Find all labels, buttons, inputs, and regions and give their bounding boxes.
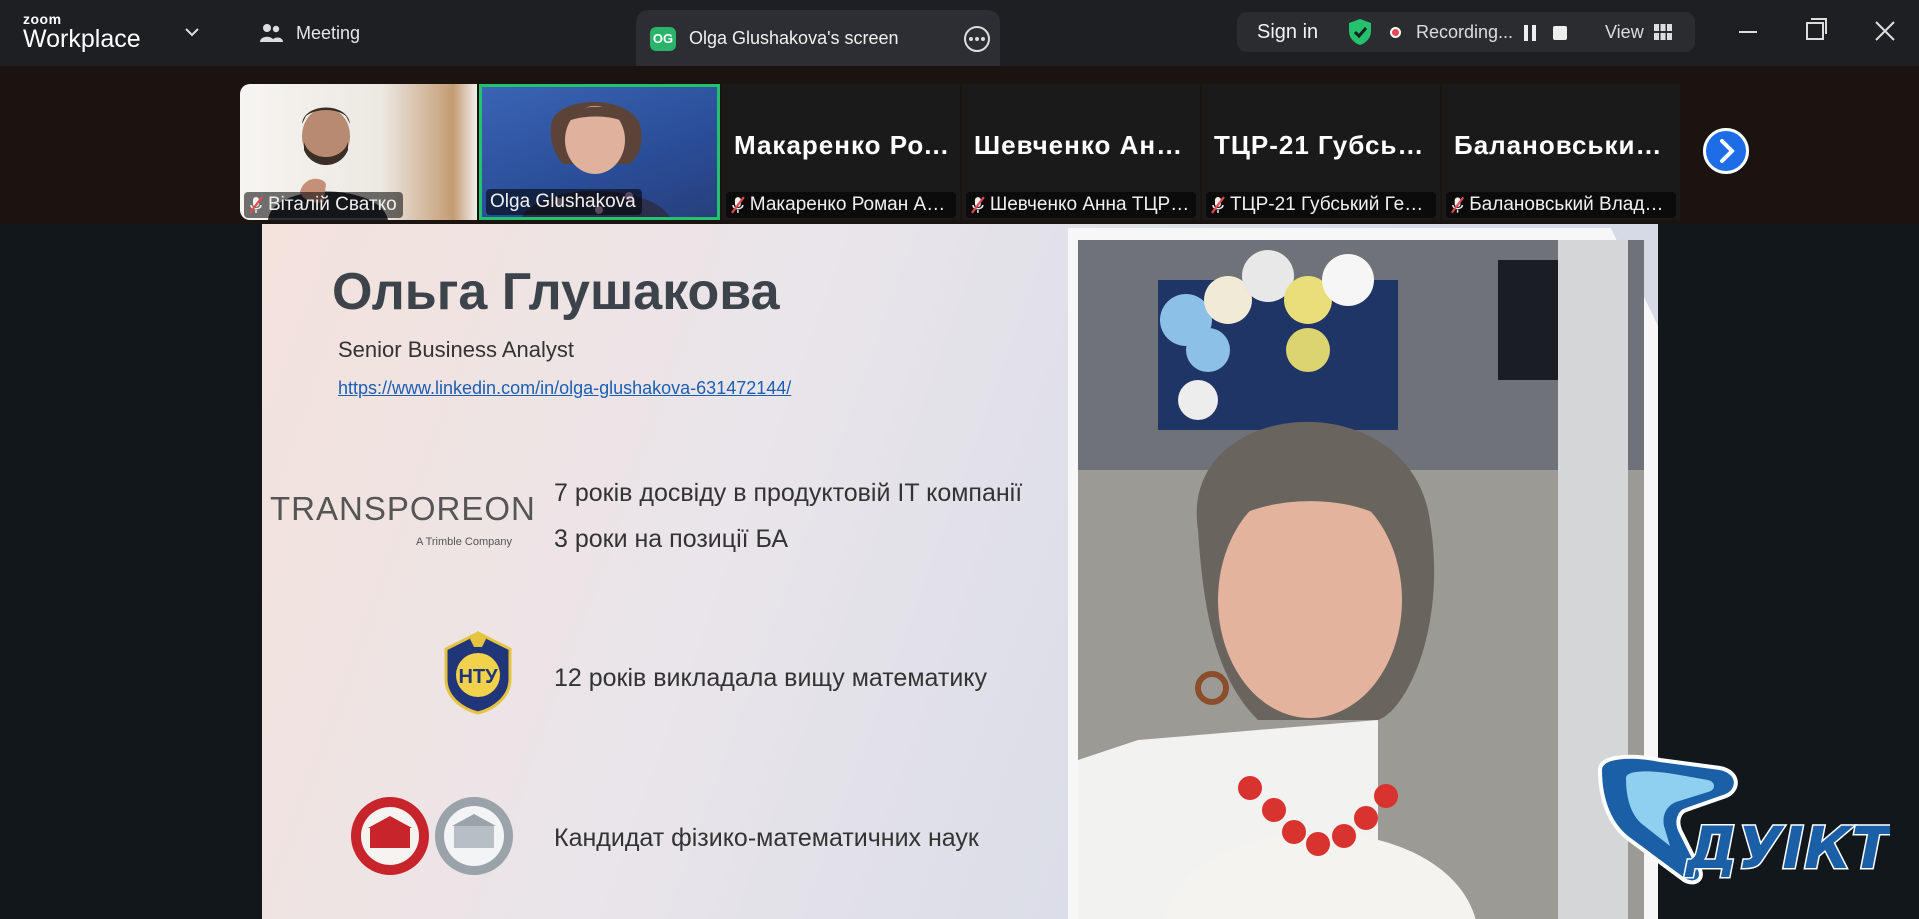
title-bar: zoom Workplace Meeting OG Olga Glushakov… [0,0,1919,66]
participant-strip: Віталій Сватко Olga Glushakova Макаренко… [0,66,1919,224]
close-window-icon[interactable] [1874,20,1896,42]
participant-name: ТЦР-21 Губський Гео... [1229,194,1430,215]
meeting-tab[interactable]: Meeting [258,22,360,44]
meeting-controls: Sign in Recording... View [1237,12,1695,52]
university-seals-icon [351,797,513,875]
company-logo-text: TRANSPOREON [270,490,536,527]
university-crest-text: НТУ [458,666,498,688]
mic-muted-icon [1451,196,1465,214]
participant-big-name: Шевченко Анн... [974,130,1194,160]
presenter-photo [1078,240,1644,919]
participant-name: Балановський Владис... [1469,194,1670,215]
mic-muted-icon [971,196,985,214]
participant-caption: Шевченко Анна ТЦР-... [966,192,1196,218]
sharer-avatar: OG [650,27,676,51]
shared-screen-tab[interactable]: OG Olga Glushakova's screen [636,10,1000,66]
participant-name: Віталій Сватко [268,194,397,215]
meeting-label: Meeting [296,22,361,43]
participant-tile-shevchenko[interactable]: Шевченко Анн... Шевченко Анна ТЦР-... [962,84,1200,220]
participant-big-name: Макаренко Ро... [734,130,949,160]
university-crest-icon: НТУ [444,631,512,715]
zoom-workplace-logo[interactable]: zoom Workplace [23,12,141,52]
participant-caption: Віталій Сватко [244,192,403,218]
participant-caption: Макаренко Роман Ан... [726,192,956,218]
chevron-right-icon [1720,139,1735,163]
participant-name: Шевченко Анна ТЦР-... [989,194,1190,215]
presenter-role: Senior Business Analyst [338,337,575,362]
participant-caption: ТЦР-21 Губський Гео... [1206,192,1436,218]
minimize-window-icon[interactable] [1739,31,1757,33]
shared-screen-content: Ольга Глушакова Senior Business Analyst … [262,224,1658,919]
chevron-down-icon[interactable] [183,25,201,39]
brand-small-text: zoom [23,11,62,27]
fact-experience: 7 років досвіду в продуктовій IT компані… [554,479,1023,507]
people-icon [260,24,283,42]
recording-dot-icon [1390,27,1401,38]
presenter-photo-image [1078,240,1644,919]
mic-muted-icon [731,196,745,214]
fact-teaching: 12 років викладала вищу математику [554,664,987,692]
grid-view-icon[interactable] [1654,24,1672,40]
participant-name: Макаренко Роман Ан... [749,194,950,215]
participant-tile-vitaliy[interactable]: Віталій Сватко [240,84,477,220]
view-button[interactable]: View [1605,22,1644,43]
fact-ba-role: 3 роки на позиції БА [554,525,789,553]
participant-tile-hubskyi[interactable]: ТЦР-21 Губськ... ТЦР-21 Губський Гео... [1202,84,1440,220]
pause-recording-icon[interactable] [1524,25,1536,41]
participant-caption: Olga Glushakova [486,189,642,215]
participant-tile-balanovskyi[interactable]: Балановський... Балановський Владис... [1442,84,1680,220]
transporeon-logo: TRANSPOREON A Trimble Company [270,490,536,548]
restore-window-icon[interactable] [1806,18,1827,40]
next-page-button[interactable] [1703,128,1749,174]
more-options-icon[interactable] [964,26,990,52]
participant-caption: Балановський Владис... [1446,192,1676,218]
presenter-name-heading: Ольга Глушакова [332,263,780,321]
linkedin-link[interactable]: https://www.linkedin.com/in/olga-glushak… [338,378,791,399]
brand-big-text: Workplace [23,25,141,53]
participant-big-name: Балановський... [1454,130,1674,160]
participant-name: Olga Glushakova [490,191,636,212]
duikt-watermark-logo: ДУІКТ [1597,754,1890,885]
participant-tile-makarenko[interactable]: Макаренко Ро... Макаренко Роман Ан... [722,84,960,220]
shared-screen-label: Olga Glushakova's screen [689,28,899,48]
duikt-watermark-text: ДУІКТ [1684,814,1890,882]
security-shield-icon[interactable] [1347,17,1373,47]
sign-in-button[interactable]: Sign in [1257,21,1318,44]
mic-muted-icon [249,196,263,214]
company-logo-sub: A Trimble Company [416,536,512,548]
recording-status[interactable]: Recording... [1416,22,1513,43]
fact-degree: Кандидат фізико-математичних наук [554,824,979,852]
participant-big-name: ТЦР-21 Губськ... [1214,130,1434,160]
mic-muted-icon [1211,196,1225,214]
stop-recording-icon[interactable] [1553,26,1567,40]
participant-tile-olga[interactable]: Olga Glushakova [479,84,720,220]
